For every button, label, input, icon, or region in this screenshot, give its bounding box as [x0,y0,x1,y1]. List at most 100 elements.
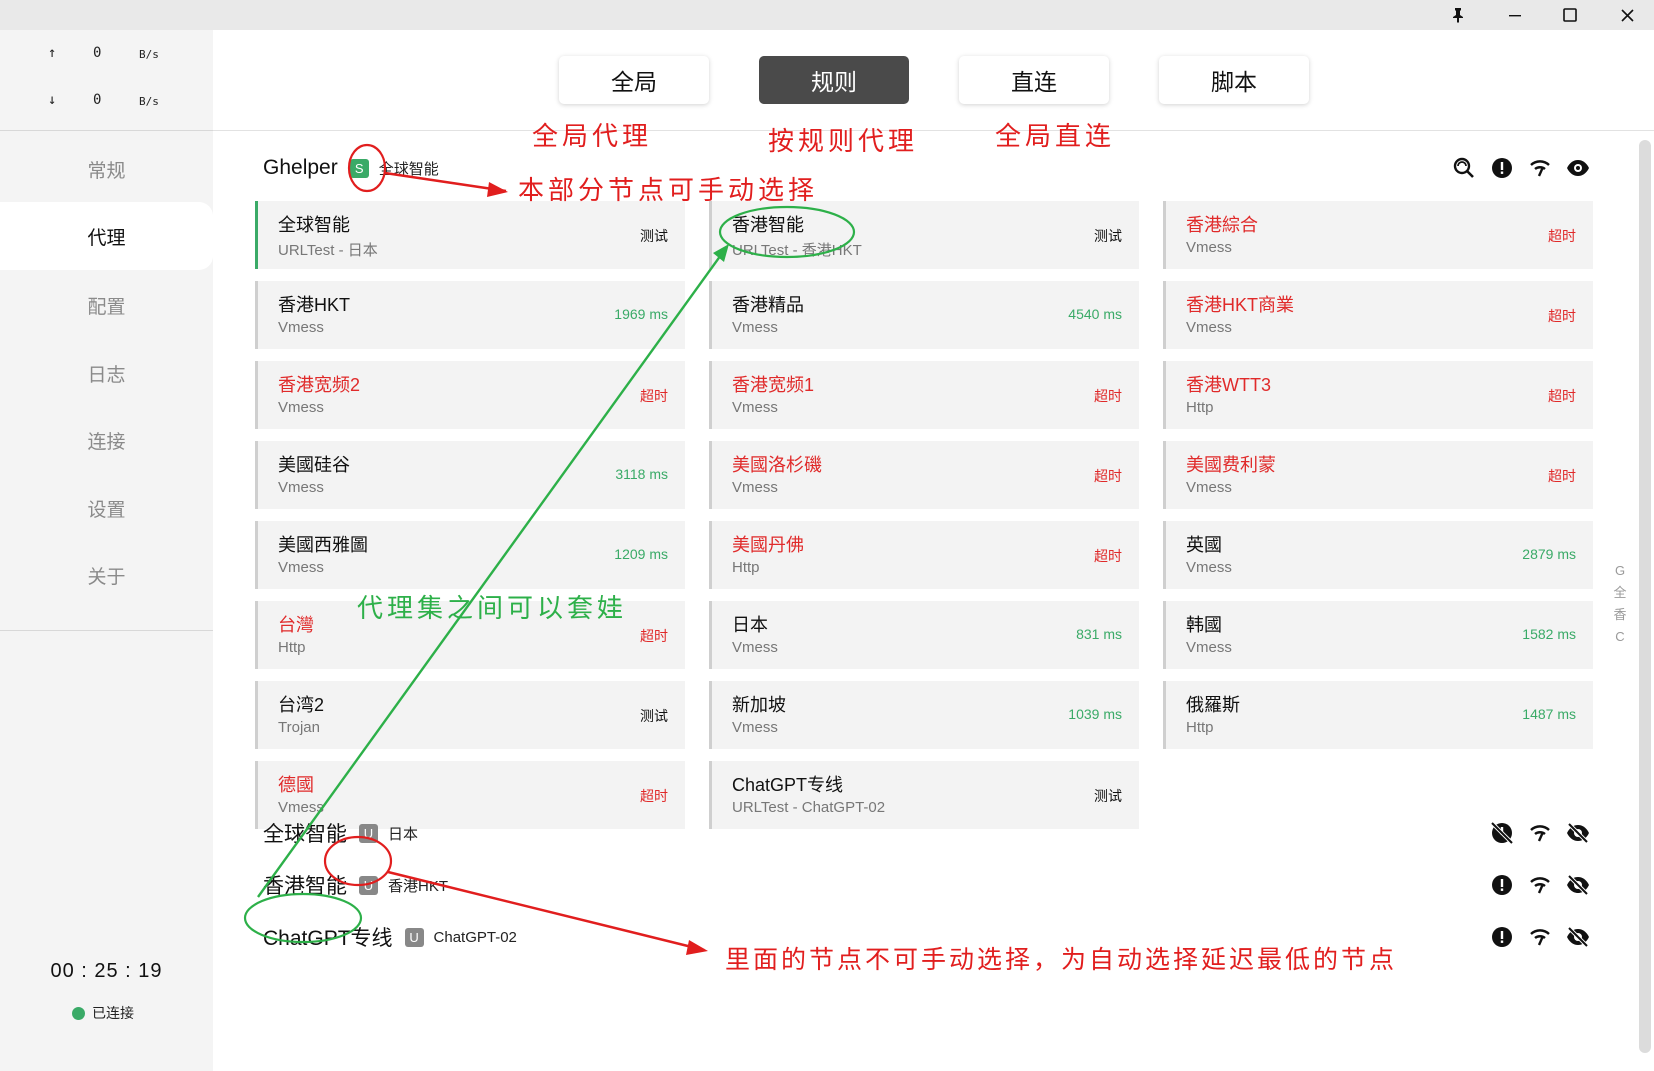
minimize-button[interactable] [1492,0,1538,30]
wifi-icon[interactable] [1528,156,1552,180]
test-delay-button[interactable]: 测试 [1094,226,1122,246]
group-header-hk-smart[interactable]: 香港智能 U 香港HKT [263,869,448,901]
group-index: G 全 香 C [1612,560,1628,648]
proxy-name: 俄羅斯 [1186,695,1240,715]
test-delay-button[interactable]: 测试 [640,226,668,246]
wifi-icon[interactable] [1528,873,1552,897]
divider [0,630,213,631]
proxy-card[interactable]: 日本 Vmess 831 ms [709,601,1139,669]
proxy-card[interactable]: 台湾2 Trojan 测试 [255,681,685,749]
annotation-global-proxy: 全局代理 [532,122,653,152]
proxy-type: Vmess [278,799,324,816]
proxy-card[interactable]: 韩國 Vmess 1582 ms [1163,601,1593,669]
pin-icon[interactable] [1435,0,1481,30]
sidebar-item-logs[interactable]: 日志 [0,339,213,407]
proxy-card[interactable]: 香港精品 Vmess 4540 ms [709,281,1139,349]
proxy-card[interactable]: 全球智能 URLTest - 日本 测试 [255,201,685,269]
upload-unit: B/s [139,48,159,61]
proxy-name: 美國西雅圖 [278,535,368,555]
proxy-name: 香港宽频2 [278,375,361,395]
group-name: Ghelper [263,156,338,179]
group-actions [1452,152,1590,184]
proxy-card[interactable]: 美國丹佛 Http 超时 [709,521,1139,589]
test-delay-button[interactable]: 测试 [640,706,668,726]
wifi-icon[interactable] [1528,925,1552,949]
proxy-card[interactable]: 香港HKT商業 Vmess 超时 [1163,281,1593,349]
mode-global-button[interactable]: 全局 [559,56,709,104]
group-header-ghelper[interactable]: Ghelper S 全球智能 [263,152,439,184]
title-bar [0,0,1654,30]
proxy-delay: 3118 ms [615,466,668,482]
scrollbar[interactable] [1639,140,1651,1053]
proxy-card[interactable]: ChatGPT专线 URLTest - ChatGPT-02 测试 [709,761,1139,829]
proxy-card[interactable]: 英國 Vmess 2879 ms [1163,521,1593,589]
download-speed: ↓ 0 B/s [0,92,213,112]
close-button[interactable] [1604,0,1650,30]
proxy-type: Vmess [278,479,324,496]
proxy-card[interactable]: 香港宽频2 Vmess 超时 [255,361,685,429]
eye-off-icon[interactable] [1566,821,1590,845]
group-index-item[interactable]: 香 [1612,604,1628,626]
proxy-card[interactable]: 美國洛杉磯 Vmess 超时 [709,441,1139,509]
proxy-delay: 超时 [640,788,668,804]
proxy-type: Vmess [278,559,324,576]
mode-direct-button[interactable]: 直连 [959,56,1109,104]
proxy-delay: 超时 [1094,548,1122,564]
proxy-card[interactable]: 香港智能 URLTest - 香港HKT 测试 [709,201,1139,269]
test-delay-button[interactable]: 测试 [1094,786,1122,806]
group-type-badge: U [359,875,378,895]
group-header-global-smart[interactable]: 全球智能 U 日本 [263,817,418,849]
group-index-item[interactable]: G [1612,560,1628,582]
divider [213,130,1654,131]
sidebar-item-proxy[interactable]: 代理 [0,202,213,270]
annotation-rule-proxy: 按规则代理 [768,127,919,157]
alert-icon[interactable] [1490,156,1514,180]
alert-icon[interactable] [1490,925,1514,949]
group-index-item[interactable]: C [1612,626,1628,648]
mode-rule-button[interactable]: 规则 [759,56,909,104]
proxy-card[interactable]: 香港綜合 Vmess 超时 [1163,201,1593,269]
sidebar: ↑ 0 B/s ↓ 0 B/s 常规 代理 配置 日志 连接 设置 关于 00 … [0,30,213,1071]
group-index-item[interactable]: 全 [1612,582,1628,604]
proxy-card[interactable]: 美國费利蒙 Vmess 超时 [1163,441,1593,509]
sidebar-item-settings[interactable]: 设置 [0,474,213,542]
proxy-card[interactable]: 香港宽频1 Vmess 超时 [709,361,1139,429]
alert-off-icon[interactable] [1490,821,1514,845]
proxy-delay: 1969 ms [614,306,668,322]
alert-icon[interactable] [1490,873,1514,897]
eye-icon[interactable] [1566,156,1590,180]
sidebar-item-general[interactable]: 常规 [0,135,213,203]
uptime-timer: 00 : 25 : 19 [50,960,163,982]
proxy-card[interactable]: 香港WTT3 Http 超时 [1163,361,1593,429]
proxy-delay: 1209 ms [614,546,668,562]
group-name: ChatGPT专线 [263,927,393,950]
eye-off-icon[interactable] [1566,873,1590,897]
proxy-card[interactable]: 美國西雅圖 Vmess 1209 ms [255,521,685,589]
connection-status: 已连接 [72,1003,134,1023]
proxy-type: Trojan [278,719,320,736]
wifi-icon[interactable] [1528,821,1552,845]
proxy-name: 英國 [1186,535,1222,555]
mode-script-button[interactable]: 脚本 [1159,56,1309,104]
proxy-card[interactable]: 香港HKT Vmess 1969 ms [255,281,685,349]
proxy-delay: 831 ms [1076,626,1122,642]
group-selected: 香港HKT [388,877,449,895]
group-header-chatgpt[interactable]: ChatGPT专线 U ChatGPT-02 [263,921,517,953]
search-delay-icon[interactable] [1452,156,1476,180]
proxy-card[interactable]: 美國硅谷 Vmess 3118 ms [255,441,685,509]
proxy-type: Vmess [1186,639,1232,656]
proxy-name: 德國 [278,775,314,795]
sidebar-item-profiles[interactable]: 配置 [0,271,213,339]
group-actions [1490,817,1590,849]
maximize-button[interactable] [1547,0,1593,30]
proxy-card[interactable]: 俄羅斯 Http 1487 ms [1163,681,1593,749]
proxy-name: 全球智能 [278,215,350,235]
group-selected: ChatGPT-02 [433,928,517,946]
sidebar-item-connections[interactable]: 连接 [0,406,213,474]
proxy-type: Vmess [278,319,324,336]
group-actions [1490,869,1590,901]
connection-status-label: 已连接 [92,1005,134,1021]
sidebar-item-about[interactable]: 关于 [0,541,213,609]
proxy-card[interactable]: 新加坡 Vmess 1039 ms [709,681,1139,749]
eye-off-icon[interactable] [1566,925,1590,949]
